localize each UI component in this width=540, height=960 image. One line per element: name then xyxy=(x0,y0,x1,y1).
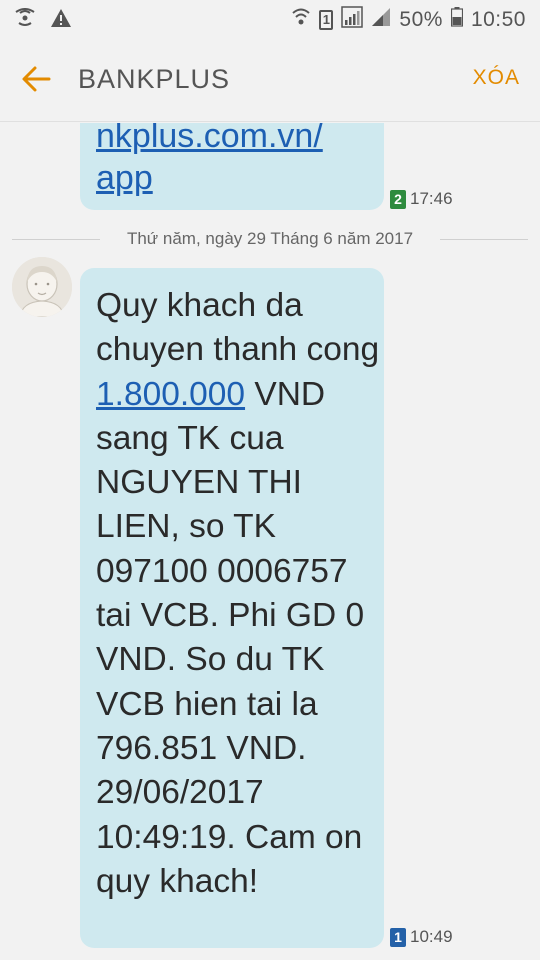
message-bubble[interactable]: nkplus.com.vn/ app xyxy=(80,123,384,210)
wireless-icon xyxy=(12,8,38,33)
warning-icon xyxy=(50,8,72,33)
back-arrow-icon xyxy=(22,66,51,92)
delete-button[interactable]: XÓA xyxy=(473,66,520,90)
message-meta: 2 17:46 xyxy=(390,189,453,209)
message-time: 10:49 xyxy=(410,927,453,946)
message-bubble[interactable]: Quy khach da chuyen thanh cong 1.800.000… xyxy=(80,268,384,948)
sim-2-icon: 2 xyxy=(390,189,406,209)
message-link[interactable]: nkplus.com.vn/ app xyxy=(96,123,386,199)
sim-1-icon: 1 xyxy=(390,927,406,947)
message-meta: 1 10:49 xyxy=(390,927,453,947)
message-time: 17:46 xyxy=(410,189,453,208)
contact-avatar[interactable] xyxy=(12,257,72,317)
message-text: Quy khach da chuyen thanh cong 1.800.000… xyxy=(96,284,384,904)
conversation-title: BANKPLUS xyxy=(78,64,231,94)
conversation-list[interactable]: nkplus.com.vn/ app 2 17:46 Thứ năm, ngày… xyxy=(0,123,540,960)
person-avatar-icon xyxy=(12,257,72,317)
screen: 1 50% 10:50 BANKPLUS XÓA nkplus.com.vn/ … xyxy=(0,0,540,960)
wifi-icon xyxy=(291,7,311,32)
back-button[interactable] xyxy=(20,62,54,96)
date-separator-text: Thứ năm, ngày 29 Tháng 6 năm 2017 xyxy=(126,229,414,248)
battery-percent: 50% xyxy=(399,7,443,31)
battery-icon xyxy=(450,7,464,32)
clock: 10:50 xyxy=(470,7,526,31)
sim-card-icon: 1 xyxy=(319,9,334,30)
amount-link[interactable]: 1.800.000 xyxy=(96,376,245,413)
app-bar: BANKPLUS XÓA xyxy=(0,38,540,122)
date-separator: Thứ năm, ngày 29 Tháng 6 năm 2017 xyxy=(0,227,540,251)
signal-strength-icon xyxy=(341,6,364,33)
message-text-part: Quy khach da chuyen thanh cong xyxy=(96,287,380,369)
signal-strength-icon-2 xyxy=(371,7,391,32)
status-bar: 1 50% 10:50 xyxy=(0,0,540,38)
message-text-part: VND sang TK cua NGUYEN THI LIEN, so TK 0… xyxy=(96,375,365,900)
